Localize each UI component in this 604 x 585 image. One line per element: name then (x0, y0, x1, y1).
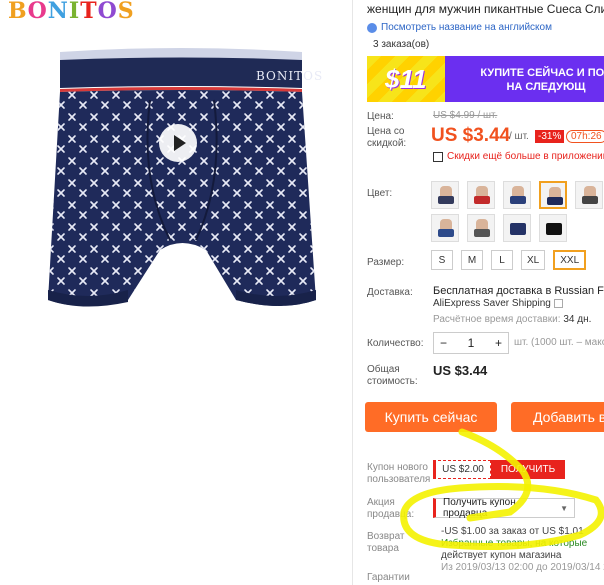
price-unit: / шт. (509, 131, 529, 142)
new-user-coupon: US $2.00 ПОЛУЧИТЬ (433, 460, 565, 479)
total-label: Общая стоимость: (367, 364, 418, 387)
quantity-stepper: − 1 + (433, 332, 509, 354)
promo-banner[interactable]: $11 КУПИТЕ СЕЙЧАС И ПОЛ НА СЛЕДУЮЩ (367, 56, 604, 102)
seller-coupon-condition: -US $1.00 за заказ от US $1.01 (441, 526, 584, 537)
shipping-method: Бесплатная доставка в Russian Fede (433, 285, 604, 297)
size-options: S M L XL XXL (431, 250, 587, 270)
buy-now-button[interactable]: Купить сейчас (365, 402, 497, 432)
product-info-panel: женщин для мужчин пикантные Cueca Cли По… (353, 0, 604, 585)
color-swatch[interactable] (467, 214, 495, 242)
color-swatch[interactable] (503, 181, 531, 209)
size-option-m[interactable]: M (461, 250, 483, 270)
delivery-time: Расчётное время доставки: 34 дн. (433, 314, 591, 325)
add-to-cart-button[interactable]: Добавить в (511, 402, 604, 432)
seller-coupon-select[interactable]: Получить купон продавца ▼ (433, 497, 575, 519)
color-swatch[interactable] (431, 181, 459, 209)
product-gallery: BONITOS BONITOS (0, 0, 352, 585)
translate-link-label: Посмотреть название на английском (381, 22, 552, 33)
seller-coupon-details: -US $1.00 за заказ от US $1.01 Избранные… (441, 526, 604, 574)
discount-badge: -31% (535, 130, 565, 143)
seller-coupon-scope-1: Избранные товары, на которые (441, 538, 588, 549)
quantity-note: шт. (1000 шт. – макс (514, 337, 604, 348)
color-swatch[interactable] (467, 181, 495, 209)
coupon-value: US $2.00 (433, 460, 491, 479)
color-swatch[interactable] (539, 214, 567, 242)
translate-link[interactable]: Посмотреть название на английском (367, 22, 552, 33)
get-coupon-button[interactable]: ПОЛУЧИТЬ (491, 460, 565, 479)
countdown-timer: 07h:26 (566, 130, 604, 143)
orders-count: 3 заказа(ов) (373, 39, 430, 50)
quantity-label: Количество: (367, 338, 424, 349)
size-label: Размер: (367, 257, 405, 268)
promo-amount: $11 (385, 64, 427, 94)
price-label: Цена: (367, 111, 394, 122)
size-option-xl[interactable]: XL (521, 250, 546, 270)
quantity-decrease-button[interactable]: − (440, 336, 447, 350)
size-option-xxl[interactable]: XXL (553, 250, 587, 270)
chevron-down-icon: ▼ (560, 503, 568, 513)
color-swatch[interactable] (431, 214, 459, 242)
quantity-input[interactable]: 1 (468, 336, 475, 350)
color-swatches (431, 181, 603, 242)
color-swatch[interactable] (503, 214, 531, 242)
seller-coupon-select-label: Получить купон продавца (443, 497, 516, 519)
app-discount-note[interactable]: Скидки ещё больше в приложении (433, 151, 604, 162)
discount-price: US $3.44 (431, 125, 511, 146)
app-discount-text: Скидки ещё больше в приложении (447, 151, 604, 162)
promo-text-line1: КУПИТЕ СЕЙЧАС И ПОЛ (480, 67, 604, 79)
original-price: US $4.99 / шт. (433, 110, 498, 121)
size-option-s[interactable]: S (431, 250, 453, 270)
delivery-time-label: Расчётное время доставки: (433, 314, 561, 325)
return-label: Возврат товара (367, 531, 405, 554)
play-icon (173, 135, 186, 151)
discount-price-label: Цена со скидкой: (367, 126, 407, 149)
total-price: US $3.44 (433, 363, 488, 378)
chevron-down-icon (553, 299, 563, 308)
product-image[interactable]: BONITOS (0, 0, 352, 585)
quantity-increase-button[interactable]: + (495, 336, 502, 350)
delivery-time-value: 34 дн. (563, 314, 592, 325)
promo-text: КУПИТЕ СЕЙЧАС И ПОЛ НА СЛЕДУЮЩ (471, 66, 604, 94)
shipping-service-select[interactable]: AliExpress Saver Shipping (433, 298, 563, 309)
size-option-l[interactable]: L (491, 250, 513, 270)
seller-coupon-scope-2: действует купон магазина (441, 550, 562, 561)
color-swatch-selected[interactable] (539, 181, 567, 209)
shipping-service: AliExpress Saver Shipping (433, 298, 551, 309)
product-title: женщин для мужчин пикантные Cueca Cли (367, 2, 604, 16)
play-video-button[interactable] (159, 124, 197, 162)
svg-text:BONITOS: BONITOS (256, 69, 323, 83)
qr-code-icon (433, 151, 443, 162)
color-swatch[interactable] (575, 181, 603, 209)
seller-promo-label: Акция продавца: (367, 497, 415, 520)
new-user-coupon-label: Купон нового пользователя (367, 462, 431, 485)
promo-text-line2: НА СЛЕДУЮЩ (506, 81, 586, 93)
guarantee-label: Гарантии (367, 572, 410, 583)
shipping-label: Доставка: (367, 287, 413, 298)
seller-coupon-dates: Из 2019/03/13 02:00 до 2019/03/14 2 (441, 562, 604, 573)
globe-icon (367, 22, 377, 33)
color-label: Цвет: (367, 188, 393, 199)
